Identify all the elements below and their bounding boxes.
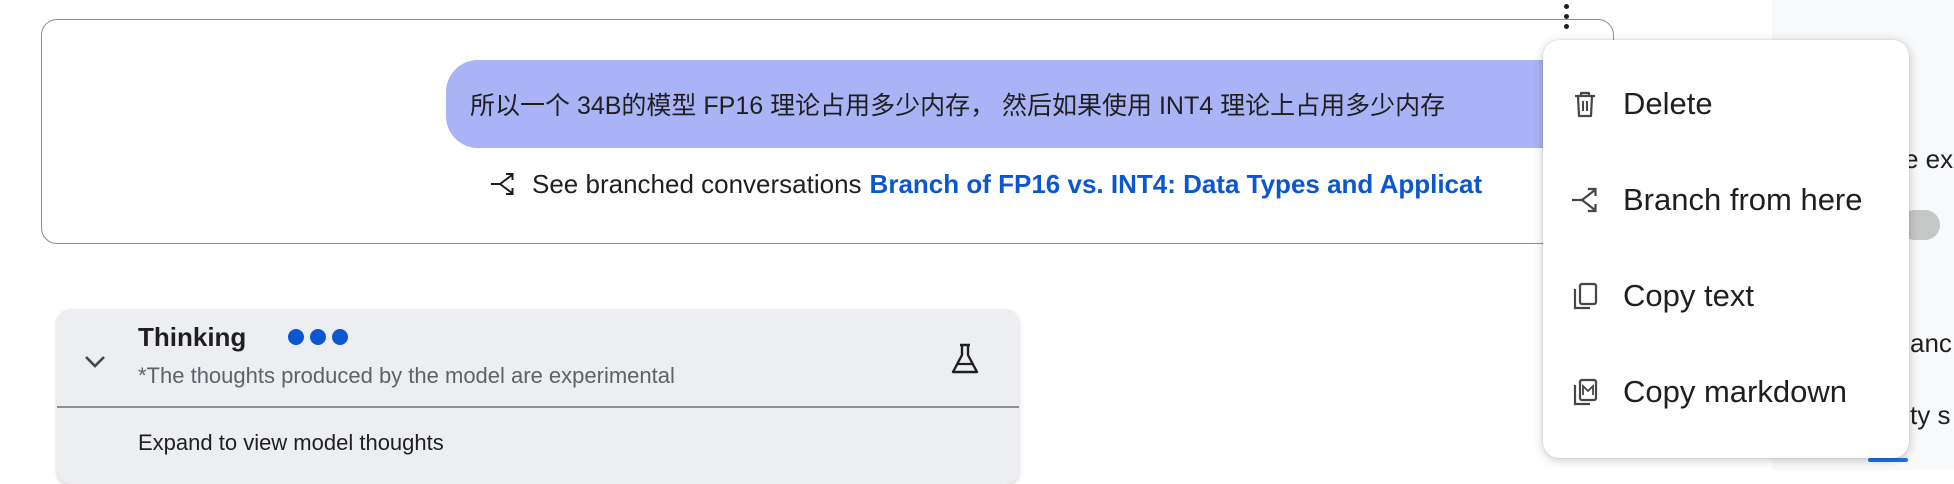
- copy-icon: [1573, 282, 1598, 310]
- branch-icon: [1572, 187, 1597, 213]
- right-panel-text: ty s: [1910, 400, 1951, 430]
- menu-item-copy-markdown[interactable]: Copy markdown: [1543, 352, 1909, 432]
- settings-link[interactable]: [1868, 458, 1908, 462]
- thinking-subtitle: *The thoughts produced by the model are …: [138, 363, 675, 388]
- branch-icon: [491, 173, 514, 195]
- menu-item-label: Copy text: [1623, 278, 1754, 313]
- user-message-text: 所以一个 34B的模型 FP16 理论占用多少内存， 然后如果使用 INT4 理…: [470, 92, 1446, 120]
- chevron-down-icon[interactable]: [82, 349, 108, 375]
- menu-item-label: Copy markdown: [1623, 374, 1847, 409]
- thinking-progress-dots: [288, 329, 348, 345]
- thinking-divider: [57, 406, 1019, 408]
- user-message-bubble: 所以一个 34B的模型 FP16 理论占用多少内存， 然后如果使用 INT4 理…: [446, 60, 1586, 148]
- branched-conversations-label: See branched conversations: [532, 168, 862, 199]
- message-context-menu: Delete Branch from here Copy text Copy m…: [1543, 40, 1909, 458]
- branch-conversation-link[interactable]: Branch of FP16 vs. INT4: Data Types and …: [870, 169, 1483, 200]
- chat-main-area: 所以一个 34B的模型 FP16 理论占用多少内存， 然后如果使用 INT4 理…: [0, 0, 1772, 484]
- menu-item-label: Delete: [1623, 86, 1713, 121]
- menu-item-copy-text[interactable]: Copy text: [1543, 256, 1909, 336]
- markdown-copy-icon: [1573, 378, 1598, 406]
- more-options-icon[interactable]: [1546, 0, 1586, 32]
- menu-item-label: Branch from here: [1623, 182, 1863, 217]
- flask-icon: [951, 343, 979, 374]
- menu-item-delete[interactable]: Delete: [1543, 64, 1909, 144]
- right-panel-text: anc: [1910, 328, 1952, 358]
- thinking-title: Thinking: [138, 322, 247, 352]
- expand-thoughts-toggle[interactable]: Expand to view model thoughts: [138, 430, 444, 456]
- right-panel-text: e ex: [1904, 144, 1954, 174]
- branched-conversations-row: See branched conversations Branch of FP1…: [488, 164, 1548, 204]
- trash-icon: [1575, 91, 1595, 118]
- menu-item-branch[interactable]: Branch from here: [1543, 160, 1909, 240]
